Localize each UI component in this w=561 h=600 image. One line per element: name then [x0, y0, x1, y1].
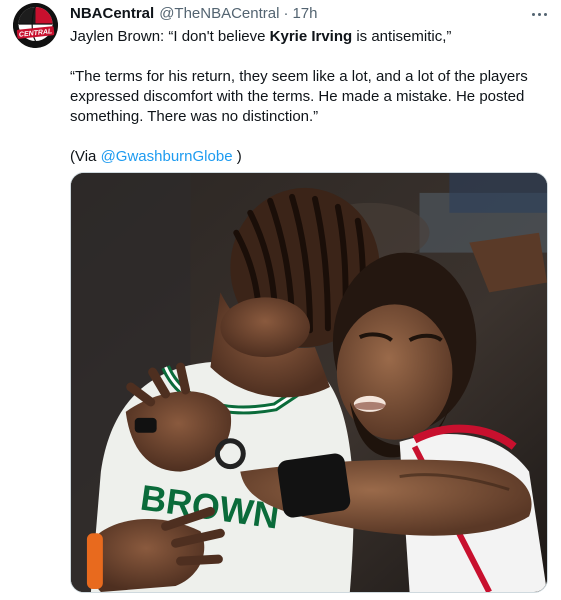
quote-line: something. There was no distinction.”: [70, 108, 319, 125]
headline-line: Jaylen Brown: “I don't believe Kyrie Irv…: [70, 27, 548, 47]
tweet-photo[interactable]: BROWN: [70, 172, 548, 593]
tweet-timestamp[interactable]: 17h: [292, 5, 317, 22]
more-options-button[interactable]: [522, 2, 556, 26]
more-dot-icon: [537, 12, 541, 16]
tweet-card[interactable]: CENTRAL NBACentral @TheNBACentral · 17h …: [0, 0, 561, 600]
via-line: (Via @GwashburnGlobe ): [70, 147, 548, 167]
more-dot-icon: [543, 12, 547, 16]
more-dot-icon: [531, 12, 535, 16]
quote-line: “The terms for his return, they seem lik…: [70, 68, 528, 85]
via-mention-link[interactable]: @GwashburnGlobe: [101, 148, 233, 165]
author-handle[interactable]: @TheNBACentral: [159, 5, 279, 22]
via-open: (Via: [70, 148, 101, 165]
author-avatar[interactable]: CENTRAL: [13, 3, 58, 48]
photo-illustration: BROWN: [71, 173, 547, 592]
headline-bold-name: Kyrie Irving: [269, 28, 353, 45]
author-name[interactable]: NBACentral: [70, 5, 154, 22]
quote-line: expressed discomfort with the terms. He …: [70, 88, 525, 105]
via-close: ): [232, 148, 242, 165]
nba-central-logo: CENTRAL: [13, 3, 58, 48]
header-separator: ·: [283, 5, 289, 22]
headline-pre: Jaylen Brown: “I don't believe: [70, 28, 270, 45]
headline-post: is antisemitic,”: [352, 28, 452, 45]
tweet-text: Jaylen Brown: “I don't believe Kyrie Irv…: [70, 27, 548, 167]
tweet-header: NBACentral @TheNBACentral · 17h: [70, 5, 318, 25]
